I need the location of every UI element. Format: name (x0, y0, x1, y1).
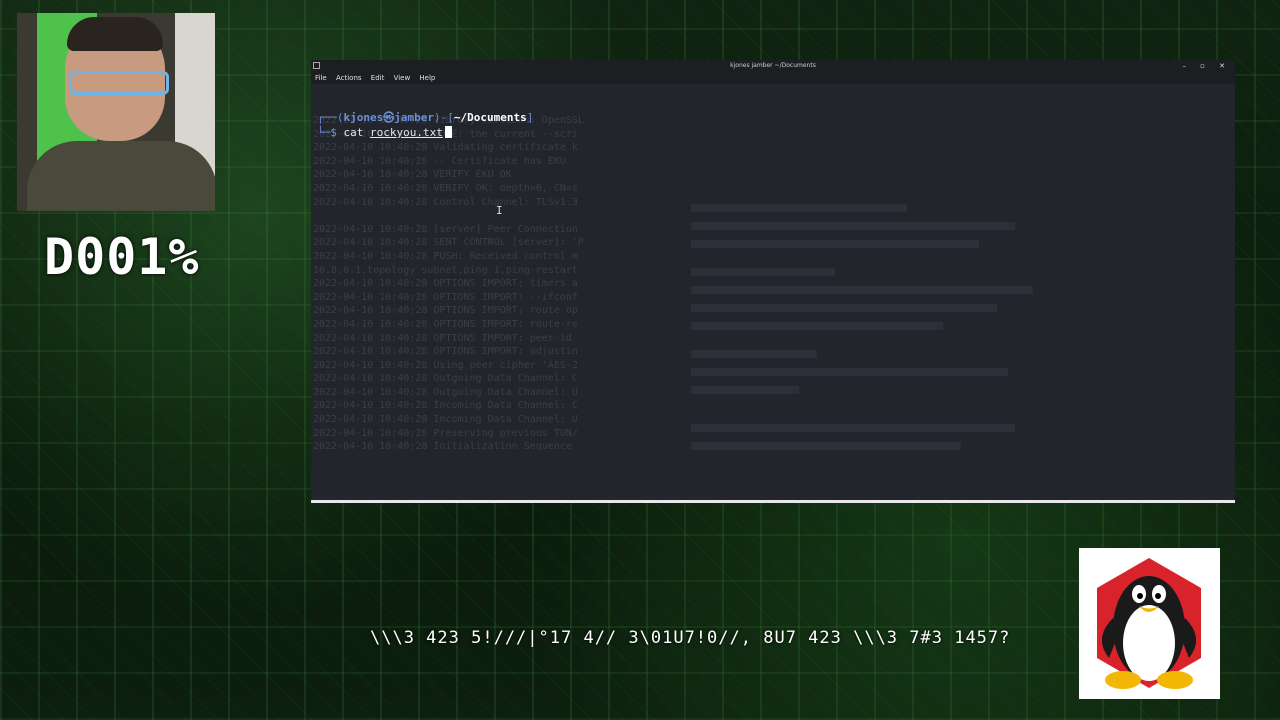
block-cursor (444, 126, 452, 138)
prompt-header: ┌──(kjones㉿jamber)-[~/Documents] (317, 111, 534, 124)
leet-subtitle: \\\3 423 5!///|°17 4// 3\01U7!0//, 8U7 4… (370, 628, 1011, 648)
progress-code-text: D001% (44, 228, 200, 286)
log-line: 2022-04-10 10:40:28 OPTIONS IMPORT: rout… (313, 305, 578, 317)
log-line: 2022-04-10 10:40:28 VERIFY OK: depth=0, … (313, 182, 578, 194)
faded-log-output: 2022-04-10 10:40:28 library versions: Op… (313, 114, 653, 454)
command-argument: rockyou.txt (370, 126, 443, 139)
prompt-path: ~/Documents (453, 111, 527, 124)
text-cursor-icon: I (496, 204, 503, 217)
window-controls[interactable]: – ▫ ✕ (1182, 60, 1231, 72)
command-text: cat (343, 126, 370, 139)
log-line: 2022-04-10 10:40:28 OPTIONS IMPORT: rout… (313, 318, 578, 330)
log-line: 2022-04-10 10:40:28 OPTIONS IMPORT: --if… (313, 291, 578, 303)
log-line: 2022-04-10 10:40:28 [server] Peer Connec… (313, 223, 578, 235)
menu-actions[interactable]: Actions (336, 74, 362, 82)
faded-background-page (691, 204, 1051, 494)
log-line: 2022-04-10 10:40:28 VERIFY EKU OK (313, 169, 512, 181)
menu-help[interactable]: Help (419, 74, 435, 82)
log-line: 2022-04-10 10:40:28 Using peer cipher 'A… (313, 359, 578, 371)
terminal-app-icon (313, 62, 320, 69)
log-line: 2022-04-10 10:40:28 Outgoing Data Channe… (313, 373, 578, 385)
log-line: 2022-04-10 10:40:28 Outgoing Data Channe… (313, 386, 578, 398)
log-line: 10.8.0.1,topology subnet,ping 1,ping-res… (313, 264, 578, 276)
menu-edit[interactable]: Edit (371, 74, 385, 82)
log-line: 2022-04-10 10:40:28 Incoming Data Channe… (313, 414, 578, 426)
log-line: 2022-04-10 10:40:28 OPTIONS IMPORT: peer… (313, 332, 572, 344)
log-line: 2022-04-10 10:40:28 Control Channel: TLS… (313, 196, 578, 208)
webcam-overlay (17, 13, 215, 211)
command-line[interactable]: └─$ cat rockyou.txt (317, 125, 452, 140)
log-line: 2022-04-10 10:40:28 Initialization Seque… (313, 441, 572, 453)
log-line: 2022-04-10 10:40:28 Incoming Data Channe… (313, 400, 578, 412)
terminal-area[interactable]: 2022-04-10 10:40:28 library versions: Op… (311, 84, 1235, 497)
window-title: kjones jamber ~/Documents (730, 62, 816, 69)
log-line: 2022-04-10 10:40:28 Validating certifica… (313, 142, 578, 154)
terminal-window[interactable]: kjones jamber ~/Documents – ▫ ✕ File Act… (311, 60, 1235, 503)
tux-logo-card (1079, 548, 1220, 699)
log-line: 2022-04-10 10:40:28 PUSH: Received contr… (313, 250, 578, 262)
log-line: 2022-04-10 10:40:28 Preserving previous … (313, 427, 578, 439)
log-line: 2022-04-10 10:40:28 OPTIONS IMPORT: time… (313, 278, 578, 290)
menu-file[interactable]: File (315, 74, 327, 82)
menu-view[interactable]: View (394, 74, 411, 82)
log-line: 2022-04-10 10:40:28 -- Certificate has E… (313, 155, 566, 167)
log-line: 2022-04-10 10:40:28 OPTIONS IMPORT: adju… (313, 346, 578, 358)
log-line: 2022-04-10 10:40:28 SENT CONTROL [server… (313, 237, 584, 249)
tux-penguin-icon (1097, 558, 1201, 689)
prompt-user: kjones㉿jamber (343, 111, 434, 124)
menu-bar: File Actions Edit View Help (311, 72, 1235, 84)
window-titlebar[interactable]: kjones jamber ~/Documents – ▫ ✕ (311, 60, 1235, 72)
